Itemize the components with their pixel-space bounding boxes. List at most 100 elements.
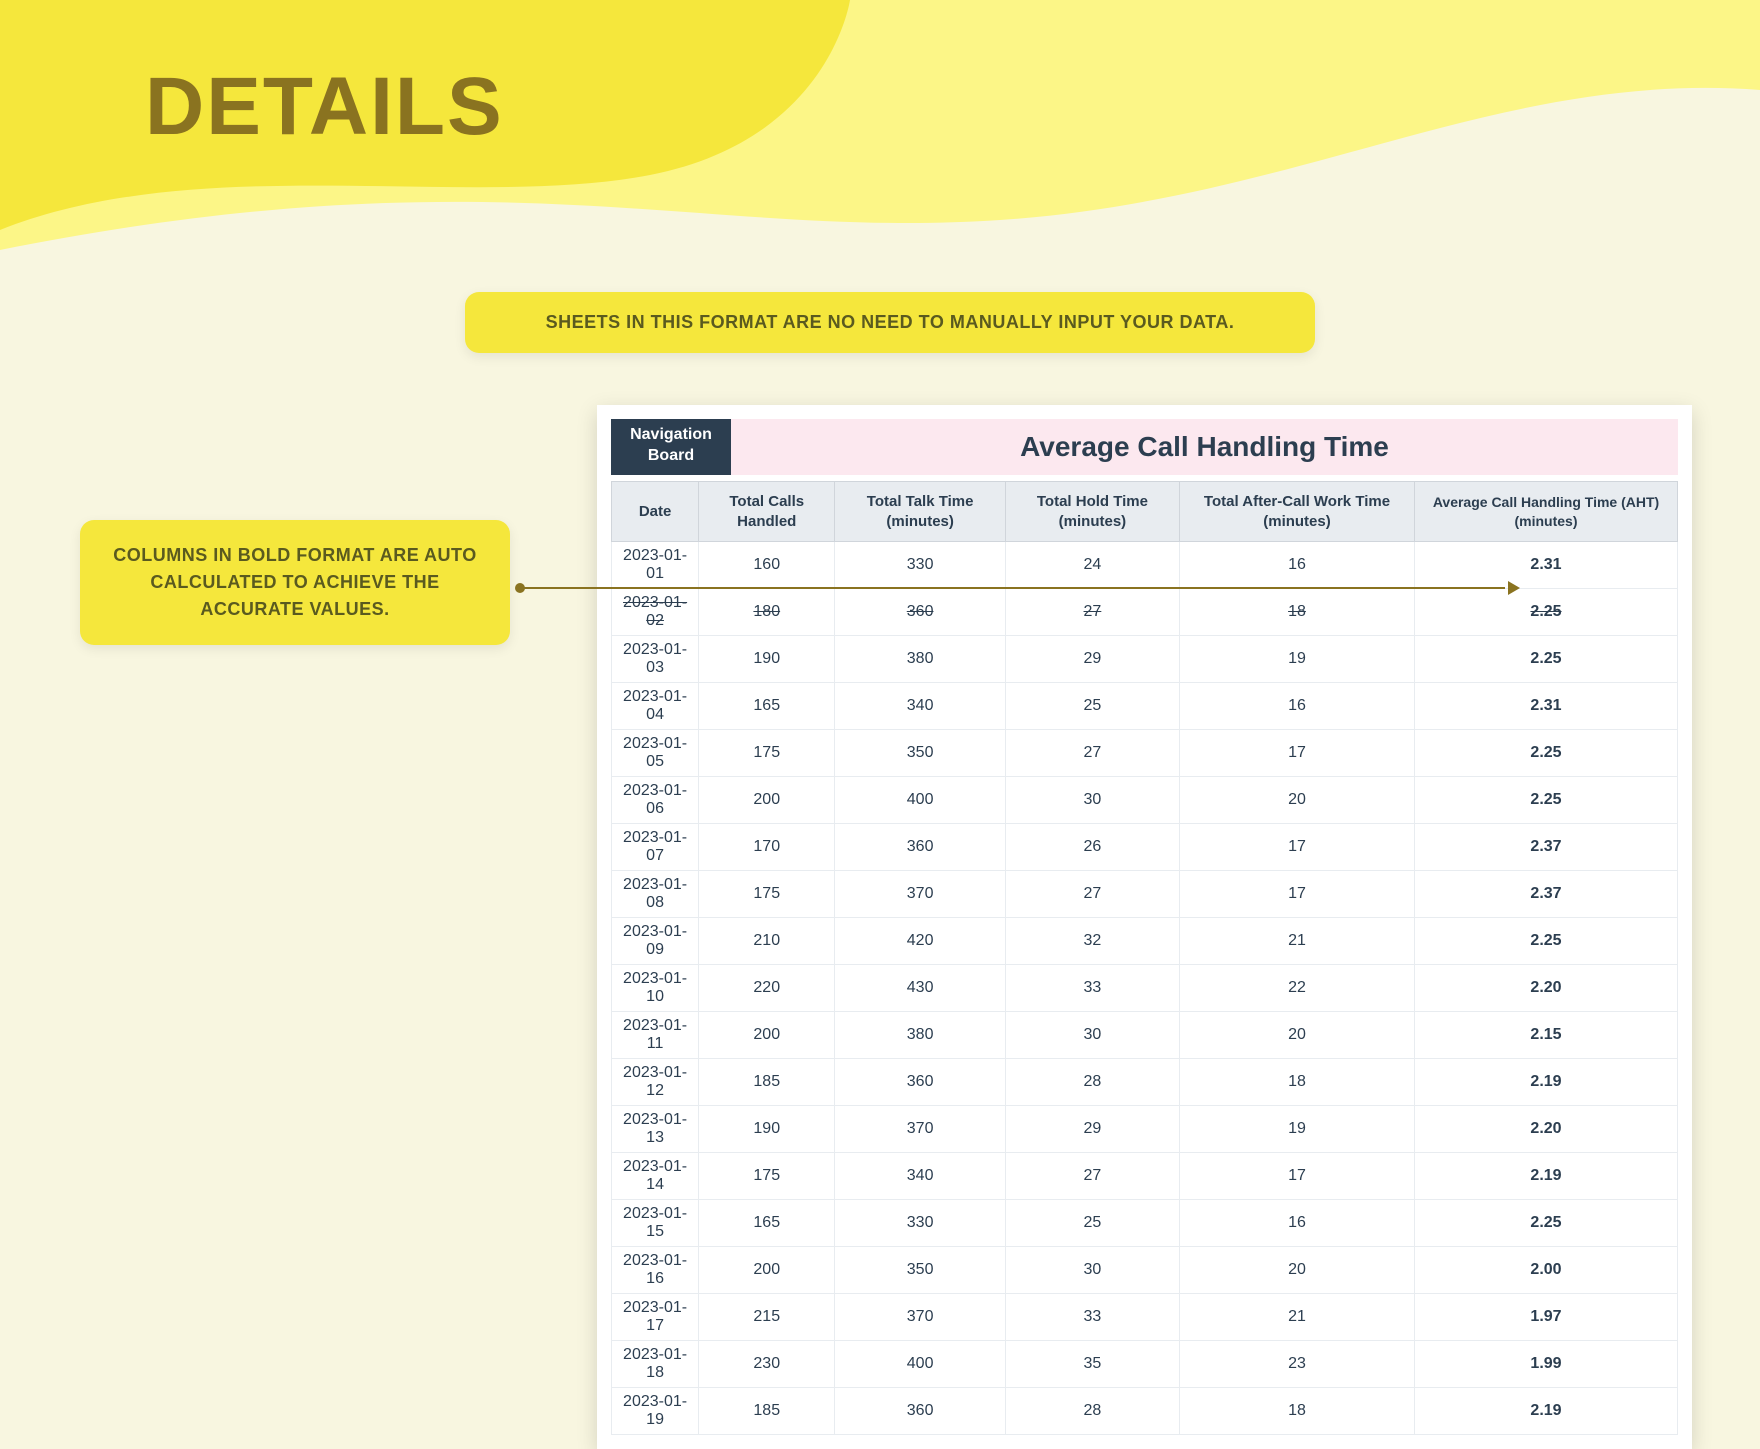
cell-talk: 340	[835, 1153, 1006, 1200]
cell-talk: 380	[835, 1012, 1006, 1059]
cell-hold: 35	[1005, 1341, 1179, 1388]
table-row: 2023-01-1516533025162.25	[612, 1200, 1678, 1247]
cell-hold: 27	[1005, 1153, 1179, 1200]
cell-aht: 2.25	[1415, 636, 1678, 683]
table-row: 2023-01-1620035030202.00	[612, 1247, 1678, 1294]
cell-aht: 2.37	[1415, 824, 1678, 871]
table-row: 2023-01-0416534025162.31	[612, 683, 1678, 730]
cell-hold: 27	[1005, 871, 1179, 918]
cell-talk: 360	[835, 1059, 1006, 1106]
cell-acw: 21	[1179, 918, 1414, 965]
cell-talk: 430	[835, 965, 1006, 1012]
cell-hold: 33	[1005, 1294, 1179, 1341]
cell-talk: 400	[835, 777, 1006, 824]
cell-acw: 18	[1179, 1059, 1414, 1106]
cell-talk: 370	[835, 871, 1006, 918]
table-row: 2023-01-0319038029192.25	[612, 636, 1678, 683]
arrow-line	[520, 587, 1505, 589]
cell-aht: 2.19	[1415, 1153, 1678, 1200]
table-row: 2023-01-1823040035231.99	[612, 1341, 1678, 1388]
cell-talk: 360	[835, 824, 1006, 871]
cell-aht: 2.19	[1415, 1388, 1678, 1435]
cell-hold: 33	[1005, 965, 1179, 1012]
cell-date: 2023-01-03	[612, 636, 699, 683]
navigation-board-button[interactable]: Navigation Board	[611, 419, 731, 475]
cell-date: 2023-01-14	[612, 1153, 699, 1200]
cell-talk: 350	[835, 730, 1006, 777]
cell-calls: 220	[699, 965, 835, 1012]
cell-date: 2023-01-11	[612, 1012, 699, 1059]
cell-aht: 2.20	[1415, 965, 1678, 1012]
cell-calls: 200	[699, 1012, 835, 1059]
cell-acw: 18	[1179, 1388, 1414, 1435]
col-date: Date	[612, 482, 699, 542]
cell-talk: 370	[835, 1294, 1006, 1341]
table-row: 2023-01-1918536028182.19	[612, 1388, 1678, 1435]
cell-hold: 30	[1005, 1247, 1179, 1294]
cell-acw: 16	[1179, 683, 1414, 730]
cell-calls: 175	[699, 1153, 835, 1200]
annotation-arrow	[510, 578, 1520, 598]
cell-aht: 2.25	[1415, 918, 1678, 965]
cell-acw: 22	[1179, 965, 1414, 1012]
data-table: Date Total Calls Handled Total Talk Time…	[611, 481, 1678, 1435]
cell-acw: 17	[1179, 824, 1414, 871]
table-row: 2023-01-0717036026172.37	[612, 824, 1678, 871]
cell-talk: 420	[835, 918, 1006, 965]
cell-date: 2023-01-09	[612, 918, 699, 965]
cell-hold: 25	[1005, 683, 1179, 730]
table-row: 2023-01-1218536028182.19	[612, 1059, 1678, 1106]
spreadsheet-panel: Navigation Board Average Call Handling T…	[597, 405, 1692, 1449]
cell-talk: 400	[835, 1341, 1006, 1388]
cell-hold: 25	[1005, 1200, 1179, 1247]
cell-acw: 21	[1179, 1294, 1414, 1341]
cell-calls: 175	[699, 871, 835, 918]
table-row: 2023-01-0921042032212.25	[612, 918, 1678, 965]
cell-hold: 27	[1005, 730, 1179, 777]
cell-aht: 2.19	[1415, 1059, 1678, 1106]
cell-aht: 2.31	[1415, 683, 1678, 730]
cell-talk: 330	[835, 1200, 1006, 1247]
table-row: 2023-01-0817537027172.37	[612, 871, 1678, 918]
cell-calls: 185	[699, 1388, 835, 1435]
col-acw: Total After-Call Work Time (minutes)	[1179, 482, 1414, 542]
cell-date: 2023-01-05	[612, 730, 699, 777]
cell-hold: 29	[1005, 636, 1179, 683]
cell-talk: 340	[835, 683, 1006, 730]
info-banner: SHEETS IN THIS FORMAT ARE NO NEED TO MAN…	[465, 292, 1315, 353]
sheet-header: Navigation Board Average Call Handling T…	[611, 419, 1678, 475]
callout-note: COLUMNS IN BOLD FORMAT ARE AUTO CALCULAT…	[80, 520, 510, 645]
cell-talk: 360	[835, 1388, 1006, 1435]
table-row: 2023-01-1417534027172.19	[612, 1153, 1678, 1200]
table-header-row: Date Total Calls Handled Total Talk Time…	[612, 482, 1678, 542]
cell-acw: 20	[1179, 1012, 1414, 1059]
cell-aht: 1.99	[1415, 1341, 1678, 1388]
table-row: 2023-01-1120038030202.15	[612, 1012, 1678, 1059]
table-row: 2023-01-1022043033222.20	[612, 965, 1678, 1012]
cell-date: 2023-01-19	[612, 1388, 699, 1435]
cell-date: 2023-01-04	[612, 683, 699, 730]
cell-aht: 2.15	[1415, 1012, 1678, 1059]
cell-date: 2023-01-06	[612, 777, 699, 824]
cell-acw: 17	[1179, 871, 1414, 918]
cell-aht: 2.37	[1415, 871, 1678, 918]
cell-date: 2023-01-16	[612, 1247, 699, 1294]
cell-hold: 26	[1005, 824, 1179, 871]
cell-calls: 190	[699, 636, 835, 683]
cell-acw: 19	[1179, 1106, 1414, 1153]
col-talk: Total Talk Time (minutes)	[835, 482, 1006, 542]
cell-aht: 1.97	[1415, 1294, 1678, 1341]
cell-acw: 23	[1179, 1341, 1414, 1388]
cell-hold: 28	[1005, 1059, 1179, 1106]
cell-calls: 200	[699, 1247, 835, 1294]
arrow-head-icon	[1508, 581, 1520, 595]
cell-hold: 30	[1005, 1012, 1179, 1059]
table-row: 2023-01-0517535027172.25	[612, 730, 1678, 777]
cell-hold: 29	[1005, 1106, 1179, 1153]
col-aht: Average Call Handling Time (AHT) (minute…	[1415, 482, 1678, 542]
cell-calls: 170	[699, 824, 835, 871]
cell-acw: 20	[1179, 777, 1414, 824]
col-hold: Total Hold Time (minutes)	[1005, 482, 1179, 542]
cell-date: 2023-01-15	[612, 1200, 699, 1247]
table-row: 2023-01-1319037029192.20	[612, 1106, 1678, 1153]
